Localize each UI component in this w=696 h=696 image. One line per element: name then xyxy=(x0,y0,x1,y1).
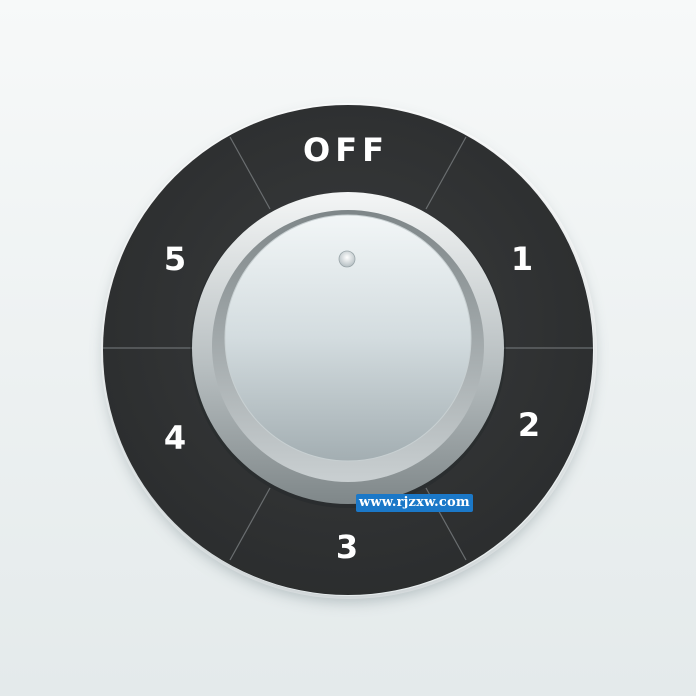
knob-stage: OFF 1 2 3 4 5 www.rjzxw.com xyxy=(0,0,696,696)
segment-label-3[interactable]: 3 xyxy=(336,528,358,566)
segment-label-off[interactable]: OFF xyxy=(303,131,389,169)
segment-label-5[interactable]: 5 xyxy=(164,240,186,278)
segment-label-1[interactable]: 1 xyxy=(511,240,533,278)
rotary-dial[interactable]: OFF 1 2 3 4 5 xyxy=(0,0,696,696)
watermark-text: www.rjzxw.com xyxy=(356,494,473,512)
knob-indicator-dot-icon xyxy=(338,250,356,268)
segment-label-4[interactable]: 4 xyxy=(164,419,186,457)
segment-label-2[interactable]: 2 xyxy=(518,406,540,444)
